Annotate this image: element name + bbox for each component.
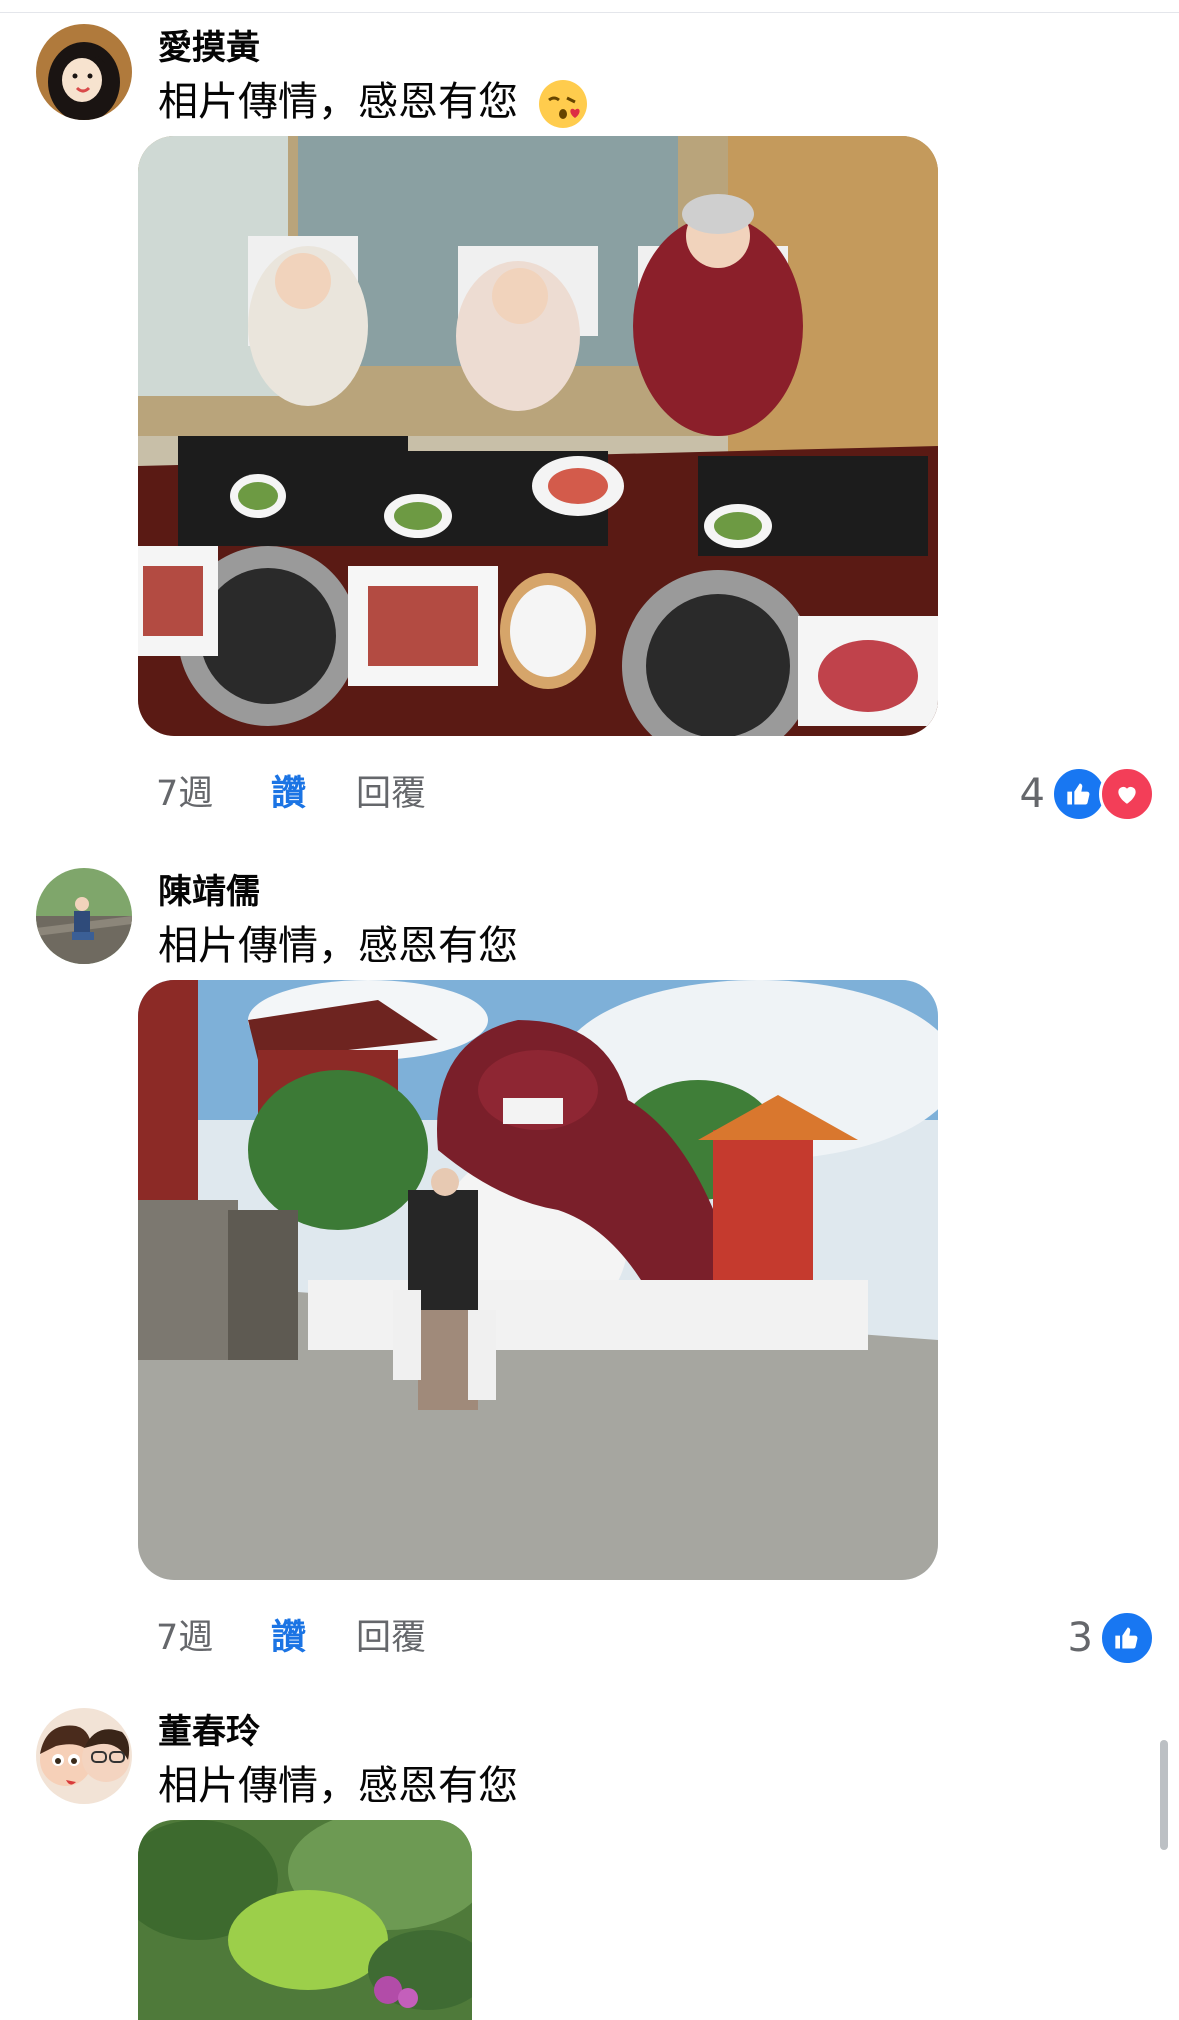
- restaurant-bbq-photo[interactable]: [138, 136, 938, 736]
- reaction-summary[interactable]: 4: [1020, 766, 1155, 822]
- avatar[interactable]: [36, 868, 132, 964]
- comment-time[interactable]: 7週: [156, 1610, 213, 1666]
- like-button[interactable]: 讚: [271, 766, 306, 822]
- reply-button[interactable]: 回覆: [356, 766, 426, 822]
- reaction-count: 3: [1067, 1615, 1093, 1661]
- avatar[interactable]: [36, 24, 132, 120]
- top-divider: [0, 0, 1179, 13]
- comment-text: 相片傳情，感恩有您: [158, 74, 589, 130]
- comment-text-content: 相片傳情，感恩有您: [158, 79, 518, 125]
- comment-author[interactable]: 愛摸黃: [158, 26, 260, 70]
- avatar[interactable]: [36, 1708, 132, 1804]
- comment-text: 相片傳情，感恩有您: [158, 1763, 518, 1809]
- garden-photo[interactable]: [138, 1820, 472, 2020]
- comment-author[interactable]: 董春玲: [158, 1710, 260, 1754]
- like-reaction-icon: [1099, 1610, 1155, 1666]
- love-reaction-icon: [1099, 766, 1155, 822]
- reaction-summary[interactable]: 3: [1068, 1610, 1155, 1666]
- reply-button[interactable]: 回覆: [356, 1610, 426, 1666]
- comment-time[interactable]: 7週: [156, 766, 213, 822]
- kiss-face-emoji-icon: [537, 78, 589, 130]
- scrollbar[interactable]: [1160, 1740, 1168, 1850]
- comment-text: 相片傳情，感恩有您: [158, 923, 518, 969]
- comment-author[interactable]: 陳靖儒: [158, 870, 260, 914]
- temple-lion-photo[interactable]: [138, 980, 938, 1580]
- like-button[interactable]: 讚: [271, 1610, 306, 1666]
- reaction-count: 4: [1019, 771, 1045, 817]
